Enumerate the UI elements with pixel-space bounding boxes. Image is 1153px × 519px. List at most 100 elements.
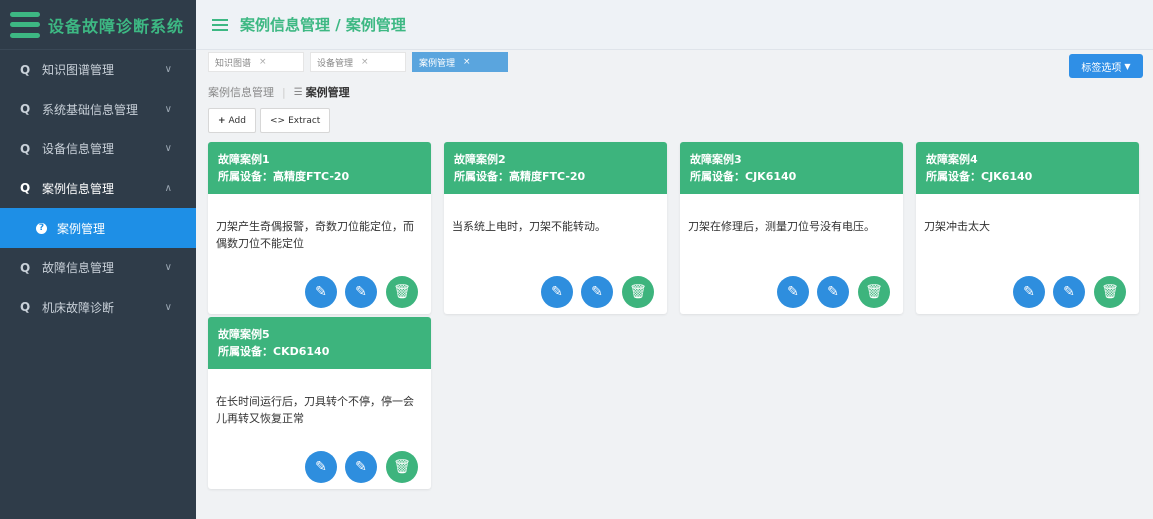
chevron-down-icon: ∨ [164, 301, 172, 313]
card-header: 故障案例5 所属设备：CKD6140 [208, 317, 431, 369]
close-icon[interactable]: × [463, 57, 471, 67]
card-title: 故障案例4 [926, 153, 978, 166]
pencil-icon: ✎ [1063, 284, 1075, 300]
trash-icon: 🗑 [393, 459, 411, 475]
extract-button[interactable]: <> Extract [259, 108, 331, 133]
edit-button[interactable]: ✎ [1013, 276, 1045, 308]
plus-icon: + [218, 115, 226, 126]
tab-device-management[interactable]: 设备管理 × [310, 52, 406, 72]
sidebar-subitem-label: 案例管理 [57, 221, 106, 236]
edit-button[interactable]: ✎ [345, 276, 377, 308]
edit-button[interactable]: ✎ [777, 276, 809, 308]
chevron-down-icon: ∨ [164, 103, 172, 115]
case-card: 故障案例1 所属设备：高精度FTC-20 刀架产生奇偶报警，奇数刀位能定位，而偶… [208, 142, 431, 314]
card-device: 所属设备：CJK6140 [690, 170, 797, 183]
top-header: 案例信息管理 / 案例管理 [196, 0, 1153, 50]
tab-knowledge-graph[interactable]: 知识图谱 × [208, 52, 304, 72]
pencil-icon: ✎ [355, 284, 367, 300]
pencil-icon: ✎ [591, 284, 603, 300]
case-card: 故障案例3 所属设备：CJK6140 刀架在修理后，测量刀位号没有电压。 ✎ ✎… [680, 142, 903, 314]
delete-button[interactable]: 🗑 [386, 276, 418, 308]
app-title: 设备故障诊断系统 [48, 16, 185, 36]
sidebar-item-fault-info[interactable]: Q 故障信息管理 ∨ [0, 248, 196, 288]
sidebar-item-device-info[interactable]: Q 设备信息管理 ∨ [0, 129, 196, 169]
add-label: Add [228, 115, 246, 126]
sidebar-item-case-info[interactable]: Q 案例信息管理 ∧ [0, 169, 196, 209]
pencil-icon: ✎ [1023, 284, 1035, 300]
card-actions: ✎ ✎ 🗑 [208, 264, 431, 314]
case-card: 故障案例5 所属设备：CKD6140 在长时间运行后，刀具转个不停，停一会儿再转… [208, 317, 431, 489]
breadcrumb-parent[interactable]: 案例信息管理 [208, 84, 274, 100]
case-card: 故障案例2 所属设备：高精度FTC-20 当系统上电时，刀架不能转动。 ✎ ✎ … [444, 142, 667, 314]
edit-button[interactable]: ✎ [305, 451, 337, 483]
search-icon: Q [20, 181, 31, 196]
close-icon[interactable]: × [259, 57, 267, 67]
case-card: 故障案例4 所属设备：CJK6140 刀架冲击太大 ✎ ✎ 🗑 [916, 142, 1139, 314]
edit-button[interactable]: ✎ [541, 276, 573, 308]
chevron-down-icon: ∨ [164, 143, 172, 155]
card-title: 故障案例1 [218, 153, 270, 166]
card-header: 故障案例4 所属设备：CJK6140 [916, 142, 1139, 194]
sidebar-item-label: 机床故障诊断 [42, 300, 115, 315]
pencil-icon: ✎ [315, 459, 327, 475]
tab-label: 案例管理 [419, 58, 456, 69]
chevron-down-icon: ∨ [164, 262, 172, 274]
sidebar-item-machine-diagnosis[interactable]: Q 机床故障诊断 ∨ [0, 288, 196, 328]
breadcrumb-separator: | [282, 85, 286, 99]
edit-button[interactable]: ✎ [817, 276, 849, 308]
tag-options-button[interactable]: 标签选项 ▼ [1069, 54, 1143, 78]
card-actions: ✎ ✎ 🗑 [444, 264, 667, 314]
card-description: 刀架在修理后，测量刀位号没有电压。 [688, 220, 875, 233]
menu-toggle-icon[interactable] [10, 11, 40, 38]
sidebar: 设备故障诊断系统 Q 知识图谱管理 ∨ Q 系统基础信息管理 ∨ Q 设备信息管… [0, 0, 196, 519]
card-description: 当系统上电时，刀架不能转动。 [452, 220, 606, 233]
sidebar-item-system-info[interactable]: Q 系统基础信息管理 ∨ [0, 90, 196, 130]
delete-button[interactable]: 🗑 [1094, 276, 1126, 308]
edit-button[interactable]: ✎ [305, 276, 337, 308]
add-button[interactable]: + Add [208, 108, 256, 133]
card-device: 所属设备：CKD6140 [218, 345, 330, 358]
card-header: 故障案例1 所属设备：高精度FTC-20 [208, 142, 431, 194]
sidebar-item-label: 设备信息管理 [42, 142, 115, 157]
card-device: 所属设备：CJK6140 [926, 170, 1033, 183]
edit-button[interactable]: ✎ [345, 451, 377, 483]
toolbar: + Add <> Extract [208, 108, 331, 133]
delete-button[interactable]: 🗑 [386, 451, 418, 483]
brand: 设备故障诊断系统 [0, 0, 196, 50]
delete-button[interactable]: 🗑 [858, 276, 890, 308]
card-actions: ✎ ✎ 🗑 [208, 439, 431, 489]
card-title: 故障案例2 [454, 153, 506, 166]
edit-button[interactable]: ✎ [1053, 276, 1085, 308]
close-icon[interactable]: × [361, 57, 369, 67]
sidebar-item-label: 故障信息管理 [42, 261, 115, 276]
pencil-icon: ✎ [551, 284, 563, 300]
sidebar-item-knowledge-graph[interactable]: Q 知识图谱管理 ∨ [0, 50, 196, 90]
card-device: 所属设备：高精度FTC-20 [454, 170, 586, 183]
breadcrumb-current: 案例管理 [305, 86, 350, 99]
breadcrumb: 案例信息管理 | ☰ 案例管理 [208, 84, 350, 100]
edit-button[interactable]: ✎ [581, 276, 613, 308]
sidebar-subitem-case-management[interactable]: ? 案例管理 [0, 208, 196, 248]
pencil-icon: ✎ [787, 284, 799, 300]
trash-icon: 🗑 [865, 284, 883, 300]
code-icon: <> [269, 115, 286, 126]
header-breadcrumb: 案例信息管理 / 案例管理 [240, 16, 406, 34]
pencil-icon: ✎ [355, 459, 367, 475]
circle-icon: ? [36, 222, 47, 234]
hamburger-icon[interactable] [212, 18, 228, 31]
delete-button[interactable]: 🗑 [622, 276, 654, 308]
search-icon: Q [20, 300, 31, 315]
pencil-icon: ✎ [827, 284, 839, 300]
sidebar-item-label: 案例信息管理 [42, 181, 115, 196]
search-icon: Q [20, 62, 31, 77]
card-header: 故障案例2 所属设备：高精度FTC-20 [444, 142, 667, 194]
trash-icon: 🗑 [629, 284, 647, 300]
card-description: 刀架产生奇偶报警，奇数刀位能定位，而偶数刀位不能定位 [216, 220, 414, 250]
card-header: 故障案例3 所属设备：CJK6140 [680, 142, 903, 194]
sidebar-item-label: 知识图谱管理 [42, 63, 115, 78]
tab-case-management[interactable]: 案例管理 × [412, 52, 508, 72]
search-icon: Q [20, 102, 31, 117]
search-icon: Q [20, 260, 31, 275]
tab-label: 知识图谱 [215, 58, 252, 69]
card-actions: ✎ ✎ 🗑 [680, 264, 903, 314]
